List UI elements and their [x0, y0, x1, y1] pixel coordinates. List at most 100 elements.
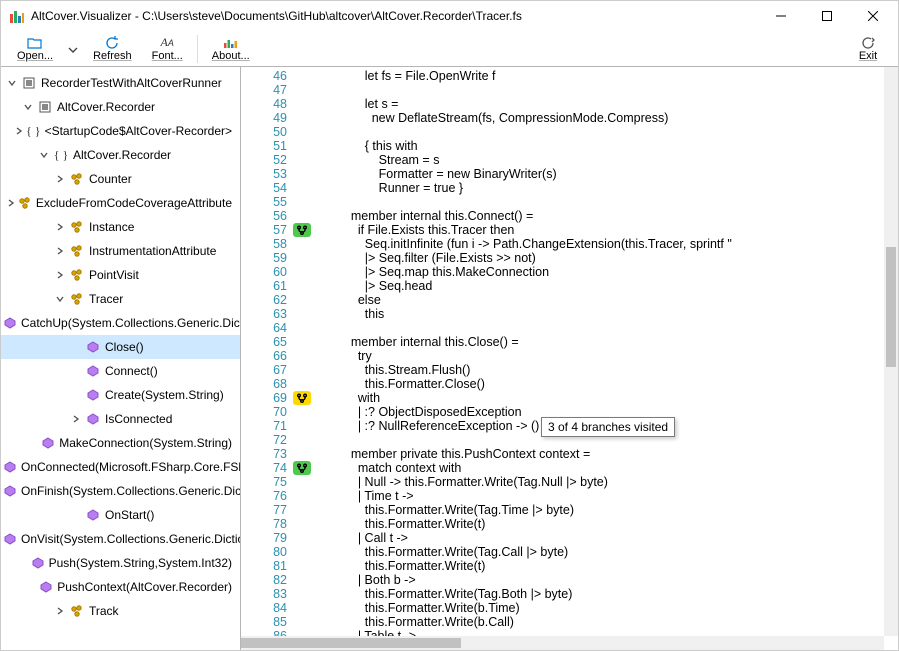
toolbar: Open... Refresh AA Font... About... Exit	[1, 31, 898, 67]
branch-indicator-green[interactable]	[293, 223, 311, 237]
exit-button[interactable]: Exit	[844, 36, 892, 62]
code-panel: 4647484950515253545556575859606162636465…	[241, 67, 898, 650]
tree-method-m5[interactable]: MakeConnection(System.String)	[1, 431, 240, 455]
class-icon	[69, 243, 85, 259]
app-icon	[9, 8, 25, 24]
minimize-button[interactable]	[758, 1, 804, 31]
twisty-icon[interactable]	[21, 102, 35, 112]
code-line: match context with	[337, 461, 898, 475]
horizontal-scrollbar[interactable]	[241, 636, 884, 650]
method-icon	[3, 459, 17, 475]
about-button[interactable]: About...	[202, 36, 260, 62]
code-line	[337, 83, 898, 97]
font-icon: AA	[158, 36, 176, 50]
tree-node-label: OnStart()	[105, 508, 154, 522]
line-number: 84	[241, 601, 287, 615]
code-scroll[interactable]: 4647484950515253545556575859606162636465…	[241, 67, 898, 650]
tree-assembly[interactable]: AltCover.Recorder	[1, 95, 240, 119]
code-line: else	[337, 293, 898, 307]
line-number: 75	[241, 475, 287, 489]
tree-node-label: PointVisit	[89, 268, 139, 282]
twisty-icon[interactable]	[53, 246, 67, 256]
tree-method-m7[interactable]: OnFinish(System.Collections.Generic.Dict…	[1, 479, 240, 503]
tree-method-m6[interactable]: OnConnected(Microsoft.FSharp.Core.FSharp…	[1, 455, 240, 479]
line-number: 51	[241, 139, 287, 153]
tree-method-m1[interactable]: Close()	[1, 335, 240, 359]
method-icon	[85, 411, 101, 427]
twisty-icon[interactable]	[6, 198, 16, 208]
twisty-icon[interactable]	[69, 414, 83, 424]
tree-ns-startup[interactable]: { }<StartupCode$AltCover-Recorder>	[1, 119, 240, 143]
code-line: Seq.initInfinite (fun i -> Path.ChangeEx…	[337, 237, 898, 251]
horizontal-scrollbar-thumb[interactable]	[241, 638, 461, 648]
line-number: 74	[241, 461, 287, 475]
window-title: AltCover.Visualizer - C:\Users\steve\Doc…	[31, 9, 758, 23]
vertical-scrollbar[interactable]	[884, 67, 898, 636]
tree-node-label: ExcludeFromCodeCoverageAttribute	[36, 196, 232, 210]
tree-class-instance[interactable]: Instance	[1, 215, 240, 239]
tree-method-m9[interactable]: OnVisit(System.Collections.Generic.Dicti…	[1, 527, 240, 551]
tree-class-exclude[interactable]: ExcludeFromCodeCoverageAttribute	[1, 191, 240, 215]
code-line: member internal this.Close() =	[337, 335, 898, 349]
code-line: with	[337, 391, 898, 405]
line-number: 79	[241, 531, 287, 545]
tree-node-label: AltCover.Recorder	[73, 148, 171, 162]
line-number: 80	[241, 545, 287, 559]
code-body[interactable]: let fs = File.OpenWrite f let s = new De…	[317, 67, 898, 650]
code-line: this.Formatter.Write(Tag.Both |> byte)	[337, 587, 898, 601]
branch-indicator-yellow[interactable]	[293, 391, 311, 405]
tree-method-m3[interactable]: Create(System.String)	[1, 383, 240, 407]
code-line: new DeflateStream(fs, CompressionMode.Co…	[337, 111, 898, 125]
line-number: 48	[241, 97, 287, 111]
tree-class-tracer[interactable]: Tracer	[1, 287, 240, 311]
refresh-button[interactable]: Refresh	[83, 36, 142, 62]
tree-method-m8[interactable]: OnStart()	[1, 503, 240, 527]
maximize-button[interactable]	[804, 1, 850, 31]
code-line: { this with	[337, 139, 898, 153]
twisty-icon[interactable]	[53, 222, 67, 232]
line-number: 70	[241, 405, 287, 419]
tree-class-track[interactable]: Track	[1, 599, 240, 623]
twisty-icon[interactable]	[53, 270, 67, 280]
open-dropdown[interactable]	[63, 40, 83, 58]
code-line	[337, 125, 898, 139]
code-line: |> Seq.head	[337, 279, 898, 293]
method-icon	[39, 579, 53, 595]
tree-method-m2[interactable]: Connect()	[1, 359, 240, 383]
twisty-icon[interactable]	[5, 78, 19, 88]
line-number: 62	[241, 293, 287, 307]
tree-node-label: Connect()	[105, 364, 158, 378]
twisty-icon[interactable]	[37, 150, 51, 160]
tree-method-m11[interactable]: PushContext(AltCover.Recorder)	[1, 575, 240, 599]
tree-method-m4[interactable]: IsConnected	[1, 407, 240, 431]
line-number: 69	[241, 391, 287, 405]
tree-node-label: Push(System.String,System.Int32)	[49, 556, 232, 570]
code-line: | Both b ->	[337, 573, 898, 587]
toolbar-separator	[197, 35, 198, 63]
tree-class-counter[interactable]: Counter	[1, 167, 240, 191]
code-line: Formatter = new BinaryWriter(s)	[337, 167, 898, 181]
tree-node-label: InstrumentationAttribute	[89, 244, 216, 258]
close-button[interactable]	[850, 1, 896, 31]
code-line: this.Stream.Flush()	[337, 363, 898, 377]
line-number: 58	[241, 237, 287, 251]
tree-root[interactable]: RecorderTestWithAltCoverRunner	[1, 71, 240, 95]
vertical-scrollbar-thumb[interactable]	[886, 247, 896, 367]
line-number: 68	[241, 377, 287, 391]
twisty-icon[interactable]	[53, 174, 67, 184]
tree-method-m0[interactable]: CatchUp(System.Collections.Generic.Dicti…	[1, 311, 240, 335]
twisty-icon[interactable]	[14, 126, 24, 136]
tree-class-instrattr[interactable]: InstrumentationAttribute	[1, 239, 240, 263]
code-line: | Null -> this.Formatter.Write(Tag.Null …	[337, 475, 898, 489]
tree-panel[interactable]: RecorderTestWithAltCoverRunnerAltCover.R…	[1, 67, 241, 650]
method-icon	[3, 531, 17, 547]
open-button[interactable]: Open...	[7, 36, 63, 62]
tree-method-m10[interactable]: Push(System.String,System.Int32)	[1, 551, 240, 575]
tree-class-pointvisit[interactable]: PointVisit	[1, 263, 240, 287]
twisty-icon[interactable]	[53, 606, 67, 616]
tree-ns-recorder[interactable]: { }AltCover.Recorder	[1, 143, 240, 167]
twisty-icon[interactable]	[53, 294, 67, 304]
branch-indicator-green[interactable]	[293, 461, 311, 475]
font-button[interactable]: AA Font...	[142, 36, 193, 62]
line-number: 52	[241, 153, 287, 167]
